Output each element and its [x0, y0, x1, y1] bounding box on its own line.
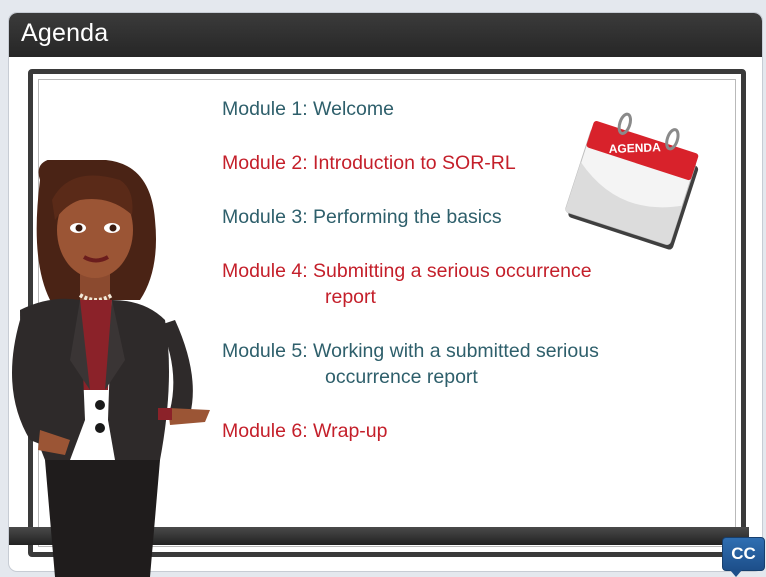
- agenda-item-label: Module 3: Performing the basics: [222, 206, 502, 228]
- agenda-item-label: Module 6: Wrap-up: [222, 420, 388, 442]
- agenda-item-module-2: Module 2: Introduction to SOR-RL: [222, 150, 516, 176]
- agenda-item-label-continued: occurrence report: [325, 366, 478, 388]
- agenda-item-module-3: Module 3: Performing the basics: [222, 204, 502, 230]
- agenda-item-module-6: Module 6: Wrap-up: [222, 418, 387, 444]
- closed-captions-button[interactable]: CC: [722, 537, 765, 577]
- agenda-item-label: Module 1: Welcome: [222, 98, 394, 120]
- agenda-item-label: Module 4: Submitting a serious occurrenc…: [222, 260, 592, 282]
- agenda-item-label: Module 2: Introduction to SOR-RL: [222, 152, 516, 174]
- agenda-item-label-continued: report: [325, 286, 376, 308]
- page-title: Agenda: [21, 19, 109, 47]
- agenda-item-module-1: Module 1: Welcome: [222, 96, 394, 122]
- agenda-item-module-4: Module 4: Submitting a serious occurrenc…: [222, 258, 592, 310]
- presenter-illustration: [12, 160, 210, 577]
- agenda-item-label: Module 5: Working with a submitted serio…: [222, 340, 599, 362]
- calendar-icon: AGENDA: [565, 112, 699, 250]
- calendar-label: AGENDA: [609, 140, 662, 156]
- title-bar: Agenda: [9, 13, 762, 57]
- agenda-item-module-5: Module 5: Working with a submitted serio…: [222, 338, 599, 390]
